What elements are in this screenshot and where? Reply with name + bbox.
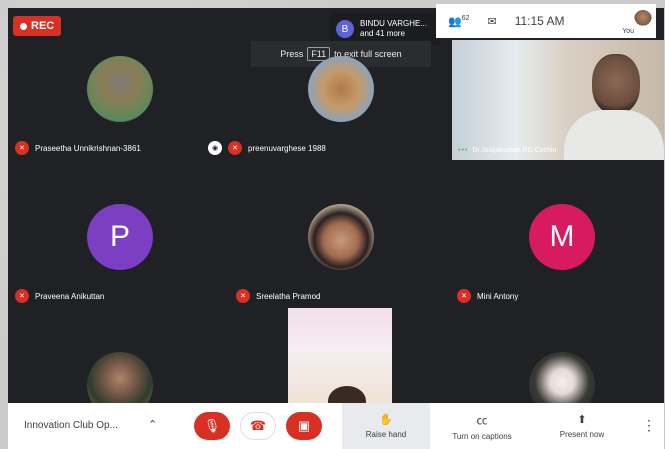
- joined-name: BINDU VARGHE...: [360, 19, 427, 28]
- chevron-up-icon[interactable]: ⌃: [148, 418, 157, 431]
- speaking-icon: •••: [458, 147, 469, 154]
- record-dot-icon: [20, 22, 27, 30]
- participant-name: Sreelatha Pramod: [256, 291, 321, 301]
- joined-avatar: B: [336, 20, 354, 38]
- meeting-grid: REC B BINDU VARGHE... and 41 more Press …: [8, 8, 664, 403]
- tile-name-praseetha: ✕ Praseetha Unnikrishnan-3861: [15, 141, 141, 155]
- mic-off-icon: 🎙: [203, 418, 221, 433]
- top-bar: 👥62 ✉ 11:15 AM You: [436, 4, 656, 38]
- mic-off-icon: ✕: [236, 289, 250, 303]
- pin-icon[interactable]: ◉: [208, 141, 222, 155]
- present-icon: ⬆: [577, 414, 587, 426]
- hint-prefix: Press: [280, 49, 304, 59]
- participant-head: [328, 386, 366, 403]
- participant-name: Mini Antony: [477, 291, 519, 301]
- mic-off-icon: ✕: [15, 289, 29, 303]
- video-jalajakumari: ••• Dr.Jalajakumari RC Cochin: [452, 40, 664, 160]
- avatar-participant-7: [87, 352, 153, 403]
- mic-off-icon: ✕: [15, 141, 29, 155]
- mic-toggle-button[interactable]: 🎙: [194, 412, 230, 440]
- participant-body: [564, 110, 664, 160]
- leave-call-button[interactable]: ☎: [240, 412, 276, 440]
- video-participant-8: [288, 308, 392, 403]
- participant-name: Praveena Anikuttan: [35, 291, 105, 301]
- phone-hangup-icon: ☎: [249, 418, 267, 433]
- avatar-praveena: P: [87, 204, 153, 270]
- avatar-sreelatha: [308, 204, 374, 270]
- avatar-initial: M: [549, 220, 575, 253]
- participant-name: Dr.Jalajakumari RC Cochin: [472, 147, 557, 154]
- captions-icon: ㏄: [476, 414, 488, 427]
- chat-icon: ✉: [487, 15, 497, 28]
- mic-off-icon: ✕: [457, 289, 471, 303]
- tile-name-preenu: ◉ ✕ preenuvarghese 1988: [208, 141, 326, 155]
- camera-toggle-button[interactable]: ▣: [286, 412, 322, 440]
- recording-badge: REC: [13, 16, 62, 36]
- clock: 11:15 AM: [514, 14, 565, 28]
- tile-name-sreelatha: ✕ Sreelatha Pramod: [236, 289, 320, 303]
- people-icon: 👥: [448, 15, 462, 28]
- participant-face: [592, 54, 640, 114]
- avatar-participant-9: [529, 352, 595, 403]
- raise-hand-label: Raise hand: [365, 430, 407, 439]
- self-label: You: [622, 28, 634, 35]
- joined-more: and 41 more: [360, 29, 405, 38]
- self-avatar[interactable]: [634, 10, 652, 28]
- captions-button[interactable]: ㏄ Turn on captions: [436, 403, 528, 449]
- mic-off-icon: ✕: [228, 141, 242, 155]
- participant-name: Praseetha Unnikrishnan-3861: [35, 143, 141, 153]
- captions-label: Turn on captions: [452, 431, 512, 441]
- tile-name-jalajakumari: ••• Dr.Jalajakumari RC Cochin: [458, 147, 556, 154]
- tile-name-praveena: ✕ Praveena Anikuttan: [15, 289, 104, 303]
- avatar-praseetha: [87, 56, 153, 122]
- more-options-icon[interactable]: ⋮: [642, 417, 656, 434]
- participant-name: preenuvarghese 1988: [248, 143, 326, 153]
- avatar-mini: M: [529, 204, 595, 270]
- tile-name-mini: ✕ Mini Antony: [457, 289, 518, 303]
- hand-icon: ✋: [379, 414, 393, 426]
- avatar-preenu: [308, 56, 374, 122]
- present-label: Present now: [559, 430, 605, 439]
- chat-button[interactable]: ✉: [488, 15, 497, 28]
- participants-button[interactable]: 👥62: [448, 15, 470, 28]
- raise-hand-button[interactable]: ✋ Raise hand: [342, 403, 430, 449]
- meeting-details-title[interactable]: Innovation Club Op...: [24, 420, 118, 431]
- control-bar: Innovation Club Op... ⌃ 🎙 ☎ ▣ ✋ Raise ha…: [8, 403, 664, 449]
- participants-count: 62: [461, 14, 470, 22]
- avatar-initial: P: [109, 220, 130, 253]
- camera-off-icon: ▣: [297, 418, 311, 433]
- present-button[interactable]: ⬆ Present now: [538, 403, 626, 449]
- recording-label: REC: [31, 20, 55, 32]
- screen-frame: REC B BINDU VARGHE... and 41 more Press …: [0, 0, 665, 449]
